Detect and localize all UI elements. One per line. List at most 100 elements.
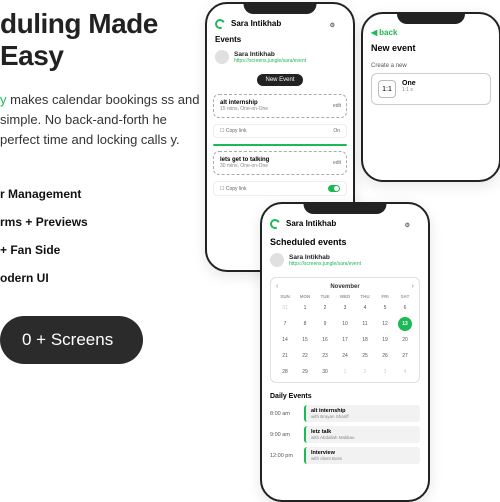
calendar-day[interactable]: 1 — [338, 365, 352, 379]
calendar-day[interactable]: 7 — [278, 317, 292, 331]
event-card[interactable]: alt internship 15 mins, One-on-One edit — [213, 94, 347, 118]
user-name: Sara Intikhab — [289, 254, 361, 261]
calendar-day[interactable]: 5 — [378, 301, 392, 315]
event-time: 8:00 am — [270, 411, 298, 417]
calendar-day[interactable]: 20 — [398, 333, 412, 347]
calendar-day[interactable]: 25 — [358, 349, 372, 363]
feature-item: rms + Previews — [0, 208, 210, 236]
phone-notch — [397, 14, 465, 24]
description: y makes calendar bookings ss and simple.… — [0, 90, 210, 150]
calendar-day[interactable]: 1 — [298, 301, 312, 315]
user-link[interactable]: https://screens.jungle/sara/event — [234, 58, 306, 64]
phone-notch — [244, 4, 317, 14]
calendar-day[interactable]: 18 — [358, 333, 372, 347]
calendar-dow: FRI — [376, 294, 394, 299]
calendar-day[interactable]: 2 — [358, 365, 372, 379]
calendar-day[interactable]: 3 — [338, 301, 352, 315]
calendar-day[interactable]: 30 — [318, 365, 332, 379]
feature-item: odern UI — [0, 264, 210, 292]
event-card[interactable]: lets get to talking 30 mins, One-on-One … — [213, 151, 347, 175]
calendar-day[interactable]: 17 — [338, 333, 352, 347]
copy-link-row[interactable]: ☐ Copy link On — [213, 124, 347, 138]
calendar-dow: MON — [296, 294, 314, 299]
feature-item: r Management — [0, 180, 210, 208]
calendar[interactable]: ‹ November › SUNMONTUEWEDTHUFRISAT311234… — [270, 277, 420, 383]
daily-event-row[interactable]: 12:00 pm Interviewwith client Boss — [262, 445, 428, 466]
prev-month-icon[interactable]: ‹ — [276, 283, 278, 290]
gear-icon[interactable]: ⚙ — [405, 218, 420, 229]
event-type-card[interactable]: 1:1 One 1:1 s — [371, 73, 491, 105]
calendar-day[interactable]: 29 — [298, 365, 312, 379]
calendar-day[interactable]: 22 — [298, 349, 312, 363]
user-link[interactable]: https://screens.jungle/sara/event — [289, 261, 361, 267]
calendar-day[interactable]: 12 — [378, 317, 392, 331]
calendar-day[interactable]: 10 — [338, 317, 352, 331]
edit-link[interactable]: edit — [333, 103, 341, 109]
calendar-day[interactable]: 26 — [378, 349, 392, 363]
calendar-day[interactable]: 21 — [278, 349, 292, 363]
calendar-dow: SUN — [276, 294, 294, 299]
scheduled-title: Scheduled events — [262, 235, 428, 251]
calendar-day[interactable]: 24 — [338, 349, 352, 363]
screens-count-pill[interactable]: 0 + Screens — [0, 316, 143, 364]
one-on-one-icon: 1:1 — [378, 80, 396, 98]
calendar-day[interactable]: 16 — [318, 333, 332, 347]
phone-scheduled-events: Sara Intikhab ⚙ Scheduled events Sara In… — [260, 202, 430, 502]
calendar-day[interactable]: 3 — [378, 365, 392, 379]
logo-icon — [269, 217, 282, 230]
calendar-day[interactable]: 27 — [398, 349, 412, 363]
phone-new-event: ◀back New event Create a new 1:1 One 1:1… — [361, 12, 500, 182]
event-card[interactable]: Interviewwith client Boss — [304, 447, 420, 464]
calendar-day[interactable]: 19 — [378, 333, 392, 347]
headline: duling Made Easy — [0, 8, 210, 72]
user-row: Sara Intikhab https://screens.jungle/sar… — [207, 48, 353, 70]
calendar-day[interactable]: 23 — [318, 349, 332, 363]
calendar-day[interactable]: 4 — [358, 301, 372, 315]
event-with: with client Boss — [311, 456, 415, 461]
calendar-day[interactable]: 14 — [278, 333, 292, 347]
calendar-day[interactable]: 13 — [398, 317, 412, 331]
calendar-day[interactable]: 4 — [398, 365, 412, 379]
calendar-month: November — [330, 284, 359, 290]
next-month-icon[interactable]: › — [412, 283, 414, 290]
calendar-dow: WED — [336, 294, 354, 299]
calendar-dow: THU — [356, 294, 374, 299]
toggle-label[interactable]: On — [333, 128, 340, 134]
gear-icon[interactable]: ⚙ — [330, 18, 345, 29]
events-title: Events — [207, 35, 353, 48]
header-username: Sara Intikhab — [231, 19, 281, 28]
daily-events-title: Daily Events — [262, 387, 428, 403]
type-name: One — [402, 80, 416, 87]
logo-icon — [214, 17, 227, 30]
calendar-day[interactable]: 8 — [298, 317, 312, 331]
calendar-grid: SUNMONTUEWEDTHUFRISAT3112345678910111213… — [276, 294, 414, 379]
calendar-day[interactable]: 6 — [398, 301, 412, 315]
avatar — [215, 50, 229, 64]
create-label: Create a new — [363, 63, 499, 73]
calendar-day[interactable]: 15 — [298, 333, 312, 347]
header-username: Sara Intikhab — [286, 219, 336, 228]
event-time: 9:00 am — [270, 432, 298, 438]
daily-events-list: 8:00 am alt internshipwith Brayan Shariff… — [262, 403, 428, 466]
user-row: Sara Intikhab https://screens.jungle/sar… — [262, 251, 428, 273]
phone-showcase: Sara Intikhab ⚙ Events Sara Intikhab htt… — [205, 2, 500, 502]
daily-event-row[interactable]: 8:00 am alt internshipwith Brayan Shariff — [262, 403, 428, 424]
calendar-day[interactable]: 9 — [318, 317, 332, 331]
calendar-day[interactable]: 28 — [278, 365, 292, 379]
copy-link-row[interactable]: ☐ Copy link — [213, 181, 347, 196]
feature-item: + Fan Side — [0, 236, 210, 264]
event-time: 12:00 pm — [270, 453, 298, 459]
calendar-day[interactable]: 31 — [278, 301, 292, 315]
feature-list: r Managementrms + Previews+ Fan Sideoder… — [0, 180, 210, 292]
toggle-switch[interactable] — [328, 185, 340, 192]
event-with: with Abdallah Malibau — [311, 435, 415, 440]
event-subtitle: 15 mins, One-on-One — [220, 106, 340, 112]
calendar-day[interactable]: 2 — [318, 301, 332, 315]
calendar-day[interactable]: 11 — [358, 317, 372, 331]
event-card[interactable]: letz talkwith Abdallah Malibau — [304, 426, 420, 443]
edit-link[interactable]: edit — [333, 160, 341, 166]
daily-event-row[interactable]: 9:00 am letz talkwith Abdallah Malibau — [262, 424, 428, 445]
new-event-button[interactable]: New Event — [257, 74, 302, 86]
event-with: with Brayan Shariff — [311, 414, 415, 419]
event-card[interactable]: alt internshipwith Brayan Shariff — [304, 405, 420, 422]
